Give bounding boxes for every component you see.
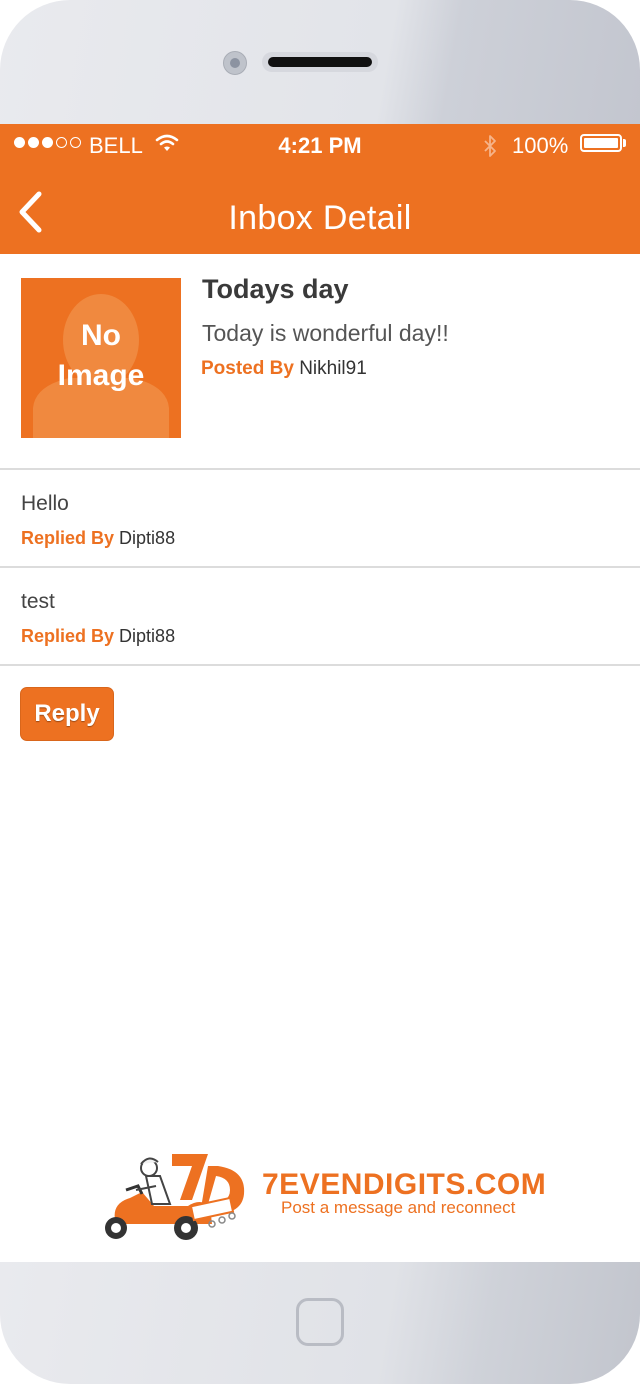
reply-button[interactable]: Reply bbox=[20, 687, 114, 741]
reply-text: Hello bbox=[21, 492, 69, 515]
battery-icon bbox=[580, 134, 622, 152]
navigation-bar: Inbox Detail bbox=[0, 168, 640, 254]
battery-tip bbox=[623, 139, 626, 147]
post-header: No Image Todays day Today is wonderful d… bbox=[0, 254, 640, 468]
device-top-bezel bbox=[0, 0, 640, 124]
replied-by-label: Replied By bbox=[21, 626, 115, 646]
post-title: Todays day bbox=[202, 274, 349, 304]
bluetooth-icon bbox=[484, 135, 496, 157]
front-camera bbox=[223, 51, 247, 75]
reply-item: Hello Replied By Dipti88 bbox=[0, 470, 640, 566]
divider bbox=[0, 664, 640, 666]
post-author: Nikhil91 bbox=[299, 358, 367, 379]
reply-item: test Replied By Dipti88 bbox=[0, 568, 640, 664]
no-image-label: No Image bbox=[57, 319, 145, 392]
replied-by: Replied By Dipti88 bbox=[21, 626, 175, 647]
battery-percentage: 100% bbox=[512, 133, 569, 158]
post-avatar-placeholder: No Image bbox=[21, 278, 181, 438]
post-body: Today is wonderful day!! bbox=[202, 320, 449, 346]
replied-by-label: Replied By bbox=[21, 528, 115, 548]
inbox-detail-content: No Image Todays day Today is wonderful d… bbox=[0, 254, 640, 741]
earpiece-speaker bbox=[262, 52, 378, 72]
brand-name: 7EVENDIGITS.COM bbox=[262, 1168, 547, 1201]
reply-text: test bbox=[21, 590, 55, 613]
reply-author: Dipti88 bbox=[119, 626, 176, 646]
home-button[interactable] bbox=[296, 1298, 344, 1346]
replied-by: Replied By Dipti88 bbox=[21, 528, 175, 549]
posted-by: Posted By Nikhil91 bbox=[201, 358, 367, 380]
brand-tagline: Post a message and reconnect bbox=[281, 1198, 516, 1217]
posted-by-label: Posted By bbox=[201, 358, 294, 379]
page-title: Inbox Detail bbox=[228, 199, 412, 237]
reply-author: Dipti88 bbox=[119, 528, 176, 548]
status-bar: BELL 4:21 PM 100% bbox=[0, 124, 640, 168]
